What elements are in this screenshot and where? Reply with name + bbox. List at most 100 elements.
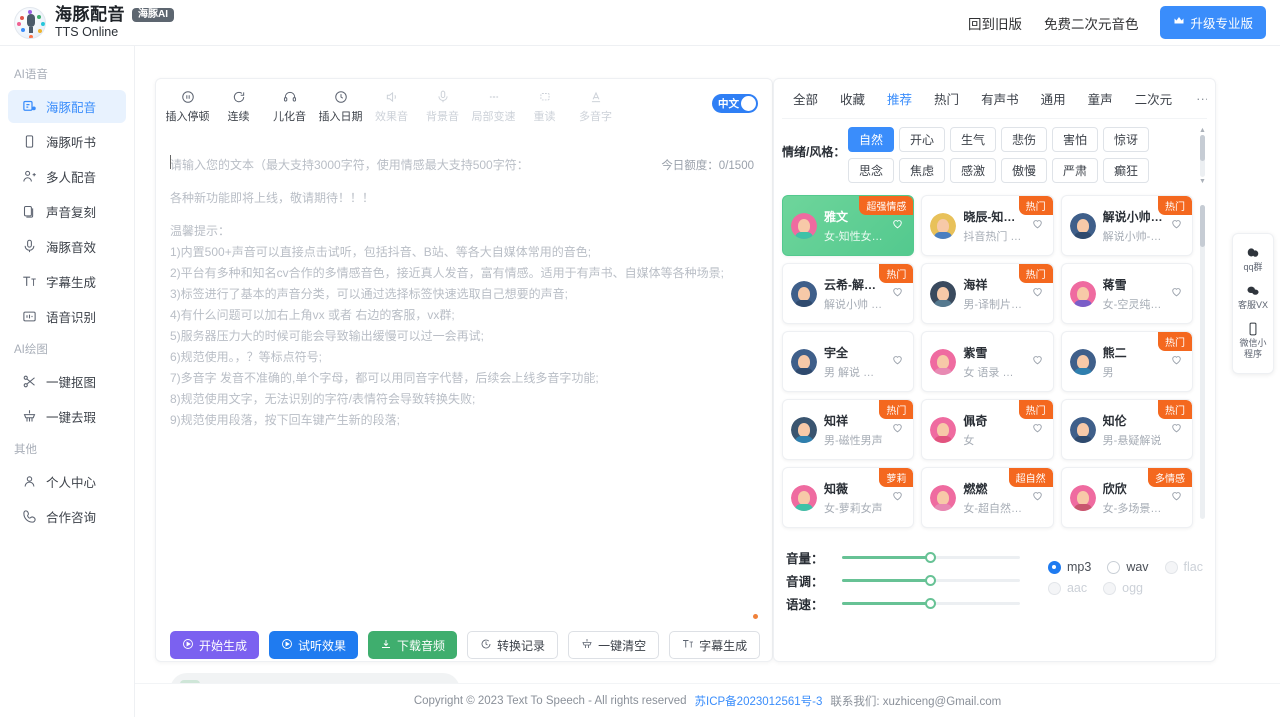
favorite-heart-icon[interactable] (891, 217, 905, 235)
favorite-heart-icon[interactable] (1170, 285, 1184, 303)
free-anime-voice-link[interactable]: 免费二次元音色 (1044, 13, 1139, 33)
emotion-chip-crazy[interactable]: 癫狂 (1103, 158, 1149, 183)
emotion-chip-serious[interactable]: 严肃 (1052, 158, 1098, 183)
emotion-chip-arrogant[interactable]: 傲慢 (1001, 158, 1047, 183)
slider-track[interactable] (842, 556, 1020, 559)
language-toggle[interactable]: 中文 (712, 94, 758, 113)
voice-card[interactable]: 宇全男 解说 广告 (782, 331, 914, 392)
tab-audiobook[interactable]: 有声书 (970, 89, 1030, 108)
wechat-miniprogram-item[interactable]: 微信小 程序 (1235, 317, 1271, 366)
tool-erhua[interactable]: 儿化音 (264, 89, 315, 124)
slider-track[interactable] (842, 602, 1020, 605)
subtitle-generate-button[interactable]: 字幕生成 (669, 631, 760, 659)
emotion-chip-sad[interactable]: 悲伤 (1001, 127, 1047, 152)
voice-list-scrollbar[interactable] (1200, 197, 1206, 527)
emotion-chip-surprise[interactable]: 惊讶 (1103, 127, 1149, 152)
favorite-heart-icon[interactable] (1031, 353, 1045, 371)
voice-card[interactable]: 热门知伦男-悬疑解说 (1061, 399, 1193, 460)
sidebar-item-blemish-removal[interactable]: 一键去瑕 (8, 400, 126, 433)
preview-button[interactable]: 试听效果 (269, 631, 358, 659)
voice-card[interactable]: 热门晓辰-知性女生抖音热门 解... (921, 195, 1053, 256)
download-audio-button[interactable]: 下载音频 (368, 631, 457, 659)
voice-card[interactable]: 萝莉知薇女-萝莉女声 (782, 467, 914, 528)
tool-insert-pause[interactable]: 插入停顿 (162, 89, 213, 124)
voice-card[interactable]: 多情感欣欣女-多场景多... (1061, 467, 1193, 528)
resize-handle[interactable] (753, 614, 758, 619)
favorite-heart-icon[interactable] (891, 285, 905, 303)
voice-card[interactable]: 超自然燃燃女-超自然音色 (921, 467, 1053, 528)
qq-group-item[interactable]: qq群 (1235, 241, 1271, 279)
start-generate-button[interactable]: 开始生成 (170, 631, 259, 659)
clear-all-button[interactable]: 一键清空 (568, 631, 659, 659)
emotion-scrollbar[interactable]: ▲ ▼ (1199, 127, 1205, 185)
tab-general[interactable]: 通用 (1030, 89, 1077, 108)
voice-info: 知伦男-悬疑解说 (1103, 412, 1163, 448)
voice-badge: 多情感 (1148, 468, 1192, 487)
upgrade-pro-button[interactable]: 升级专业版 (1160, 6, 1266, 39)
sidebar-item-cooperation[interactable]: 合作咨询 (8, 500, 126, 533)
favorite-heart-icon[interactable] (891, 489, 905, 507)
favorite-heart-icon[interactable] (1031, 421, 1045, 439)
slider-knob[interactable] (925, 598, 936, 609)
voice-card[interactable]: 超强情感雅文女-知性女声 ... (782, 195, 914, 256)
favorite-heart-icon[interactable] (1170, 421, 1184, 439)
voice-card[interactable]: 蒋雪女-空灵纯净 ... (1061, 263, 1193, 324)
voice-card[interactable]: 热门熊二男 (1061, 331, 1193, 392)
sidebar-item-voice-dub[interactable]: 海豚配音 (8, 90, 126, 123)
favorite-heart-icon[interactable] (1170, 353, 1184, 371)
tool-continuous[interactable]: 连续 (213, 89, 264, 124)
sidebar-item-book-reader[interactable]: 海豚听书 (8, 125, 126, 158)
slider-track[interactable] (842, 579, 1020, 582)
favorite-heart-icon[interactable] (1031, 285, 1045, 303)
icp-link[interactable]: 苏ICP备2023012561号-3 (695, 693, 823, 709)
emotion-chip-longing[interactable]: 思念 (848, 158, 894, 183)
slider-knob[interactable] (925, 552, 936, 563)
scroll-up-arrow[interactable]: ▲ (1199, 127, 1206, 134)
sidebar-item-user-center[interactable]: 个人中心 (8, 465, 126, 498)
tool-insert-date[interactable]: 插入日期 (315, 89, 366, 124)
tool-label: 背景音 (426, 108, 459, 124)
sidebar-item-sound-effect[interactable]: 海豚音效 (8, 230, 126, 263)
tab-all[interactable]: 全部 (782, 89, 829, 108)
tab-favorites[interactable]: 收藏 (829, 89, 876, 108)
sidebar-item-multi-person[interactable]: 多人配音 (8, 160, 126, 193)
emotion-chip-grateful[interactable]: 感激 (950, 158, 996, 183)
sidebar-item-speech-recognition[interactable]: 语音识别 (8, 300, 126, 333)
sidebar-item-cutout[interactable]: 一键抠图 (8, 365, 126, 398)
voice-card[interactable]: 热门海祥男-译制片 自... (921, 263, 1053, 324)
conversion-history-button[interactable]: 转换记录 (467, 631, 558, 659)
favorite-heart-icon[interactable] (1031, 489, 1045, 507)
voice-card[interactable]: 热门云希-解说小帅解说小帅 抖... (782, 263, 914, 324)
voice-card[interactable]: 热门知祥男-磁性男声 (782, 399, 914, 460)
favorite-heart-icon[interactable] (891, 421, 905, 439)
emotion-chip-fear[interactable]: 害怕 (1052, 127, 1098, 152)
emotion-chip-happy[interactable]: 开心 (899, 127, 945, 152)
sidebar-item-clone-voice[interactable]: 声音复刻 (8, 195, 126, 228)
sidebar-item-subtitle-gen[interactable]: 字幕生成 (8, 265, 126, 298)
favorite-heart-icon[interactable] (1031, 217, 1045, 235)
tab-dialect[interactable]: 方言 (1183, 89, 1194, 108)
format-option-wav[interactable]: wav (1107, 560, 1148, 574)
back-to-old-version-link[interactable]: 回到旧版 (968, 13, 1022, 33)
voice-card[interactable]: 热门佩奇女 (921, 399, 1053, 460)
favorite-heart-icon[interactable] (1170, 489, 1184, 507)
text-input-area[interactable]: 请输入您的文本（最大支持3000字符，使用情感最大支持500字符： 各种新功能即… (170, 155, 758, 585)
customer-service-wechat-item[interactable]: 客服VX (1235, 279, 1271, 317)
emotion-chip-angry[interactable]: 生气 (950, 127, 996, 152)
format-option-mp3[interactable]: mp3 (1048, 560, 1091, 574)
tabs-more-icon[interactable]: ··· (1196, 91, 1207, 106)
emotion-chip-anxious[interactable]: 焦虑 (899, 158, 945, 183)
favorite-heart-icon[interactable] (891, 353, 905, 371)
scroll-down-arrow[interactable]: ▼ (1199, 178, 1206, 185)
emotion-chip-natural[interactable]: 自然 (848, 127, 894, 152)
tab-anime[interactable]: 二次元 (1124, 89, 1184, 108)
slider-knob[interactable] (925, 575, 936, 586)
voice-card[interactable]: 紫雪女 语录 广告... (921, 331, 1053, 392)
tab-recommended[interactable]: 推荐 (876, 89, 923, 108)
sidebar-item-label: 海豚配音 (46, 97, 96, 116)
favorite-heart-icon[interactable] (1170, 217, 1184, 235)
avatar (1070, 417, 1096, 443)
tab-hot[interactable]: 热门 (923, 89, 970, 108)
tab-child-voice[interactable]: 童声 (1077, 89, 1124, 108)
voice-card[interactable]: 热门解说小帅-多...解说小帅-多... (1061, 195, 1193, 256)
